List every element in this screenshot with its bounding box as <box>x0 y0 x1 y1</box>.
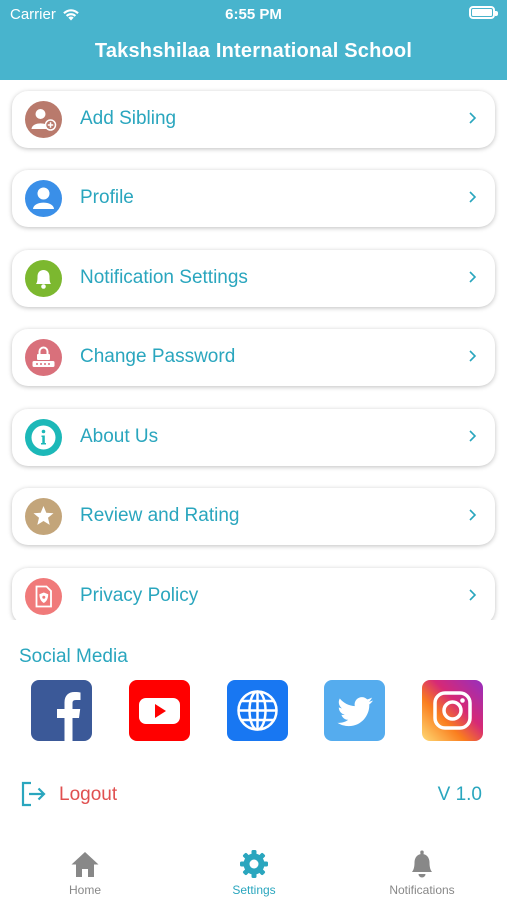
tab-label: Settings <box>232 883 276 897</box>
app-header: Carrier 6:55 PM Takshshilaa Internationa… <box>0 0 507 80</box>
menu-item-privacy-policy[interactable]: Privacy Policy <box>12 568 495 620</box>
gear-icon <box>240 850 268 878</box>
chevron-right-icon <box>468 429 477 443</box>
bell-icon <box>25 260 62 297</box>
tab-home[interactable]: Home <box>25 848 145 898</box>
menu-label: About Us <box>80 426 159 447</box>
menu-item-review-and-rating[interactable]: Review and Rating <box>12 488 495 545</box>
lock-icon <box>25 339 62 376</box>
menu-item-profile[interactable]: Profile <box>12 170 495 227</box>
chevron-right-icon <box>468 588 477 602</box>
youtube-icon[interactable] <box>129 680 190 741</box>
chevron-right-icon <box>468 508 477 522</box>
chevron-right-icon <box>468 270 477 284</box>
menu-label: Privacy Policy <box>80 585 199 606</box>
tab-bar: Home Settings Notifications <box>0 838 507 900</box>
person-icon <box>25 180 62 217</box>
chevron-right-icon <box>468 111 477 125</box>
menu-item-notification-settings[interactable]: Notification Settings <box>12 250 495 307</box>
instagram-icon[interactable] <box>422 680 483 741</box>
twitter-icon[interactable] <box>324 680 385 741</box>
tab-label: Notifications <box>389 883 455 897</box>
facebook-icon[interactable] <box>31 680 92 741</box>
page-title: Takshshilaa International School <box>94 40 413 62</box>
menu-item-change-password[interactable]: Change Password <box>12 329 495 386</box>
menu-item-add-sibling[interactable]: Add Sibling <box>12 91 495 148</box>
status-time: 6:55 PM <box>225 6 282 23</box>
info-icon <box>25 419 62 456</box>
menu-label: Change Password <box>80 346 236 367</box>
menu-label: Review and Rating <box>80 505 240 526</box>
tab-notifications[interactable]: Notifications <box>362 848 482 898</box>
home-icon <box>71 852 99 877</box>
logout-button[interactable]: Logout <box>20 780 160 810</box>
chevron-right-icon <box>468 190 477 204</box>
bell-icon <box>412 850 432 878</box>
star-icon <box>25 498 62 535</box>
status-bar: Carrier 6:55 PM <box>0 0 507 30</box>
app-version: V 1.0 <box>437 784 482 805</box>
social-media-title: Social Media <box>19 646 128 667</box>
tab-settings[interactable]: Settings <box>194 848 314 898</box>
logout-icon <box>20 780 48 808</box>
settings-menu: Add Sibling Profile Notification Setting… <box>0 80 507 620</box>
menu-label: Notification Settings <box>80 267 248 288</box>
tab-label: Home <box>68 883 101 897</box>
menu-label: Profile <box>80 187 134 208</box>
battery-icon <box>469 6 498 19</box>
logout-label: Logout <box>59 784 118 805</box>
shield-document-icon <box>25 578 62 615</box>
add-user-icon <box>25 101 62 138</box>
chevron-right-icon <box>468 349 477 363</box>
website-globe-icon[interactable] <box>227 680 288 741</box>
menu-label: Add Sibling <box>80 108 177 129</box>
menu-item-about-us[interactable]: About Us <box>12 409 495 466</box>
